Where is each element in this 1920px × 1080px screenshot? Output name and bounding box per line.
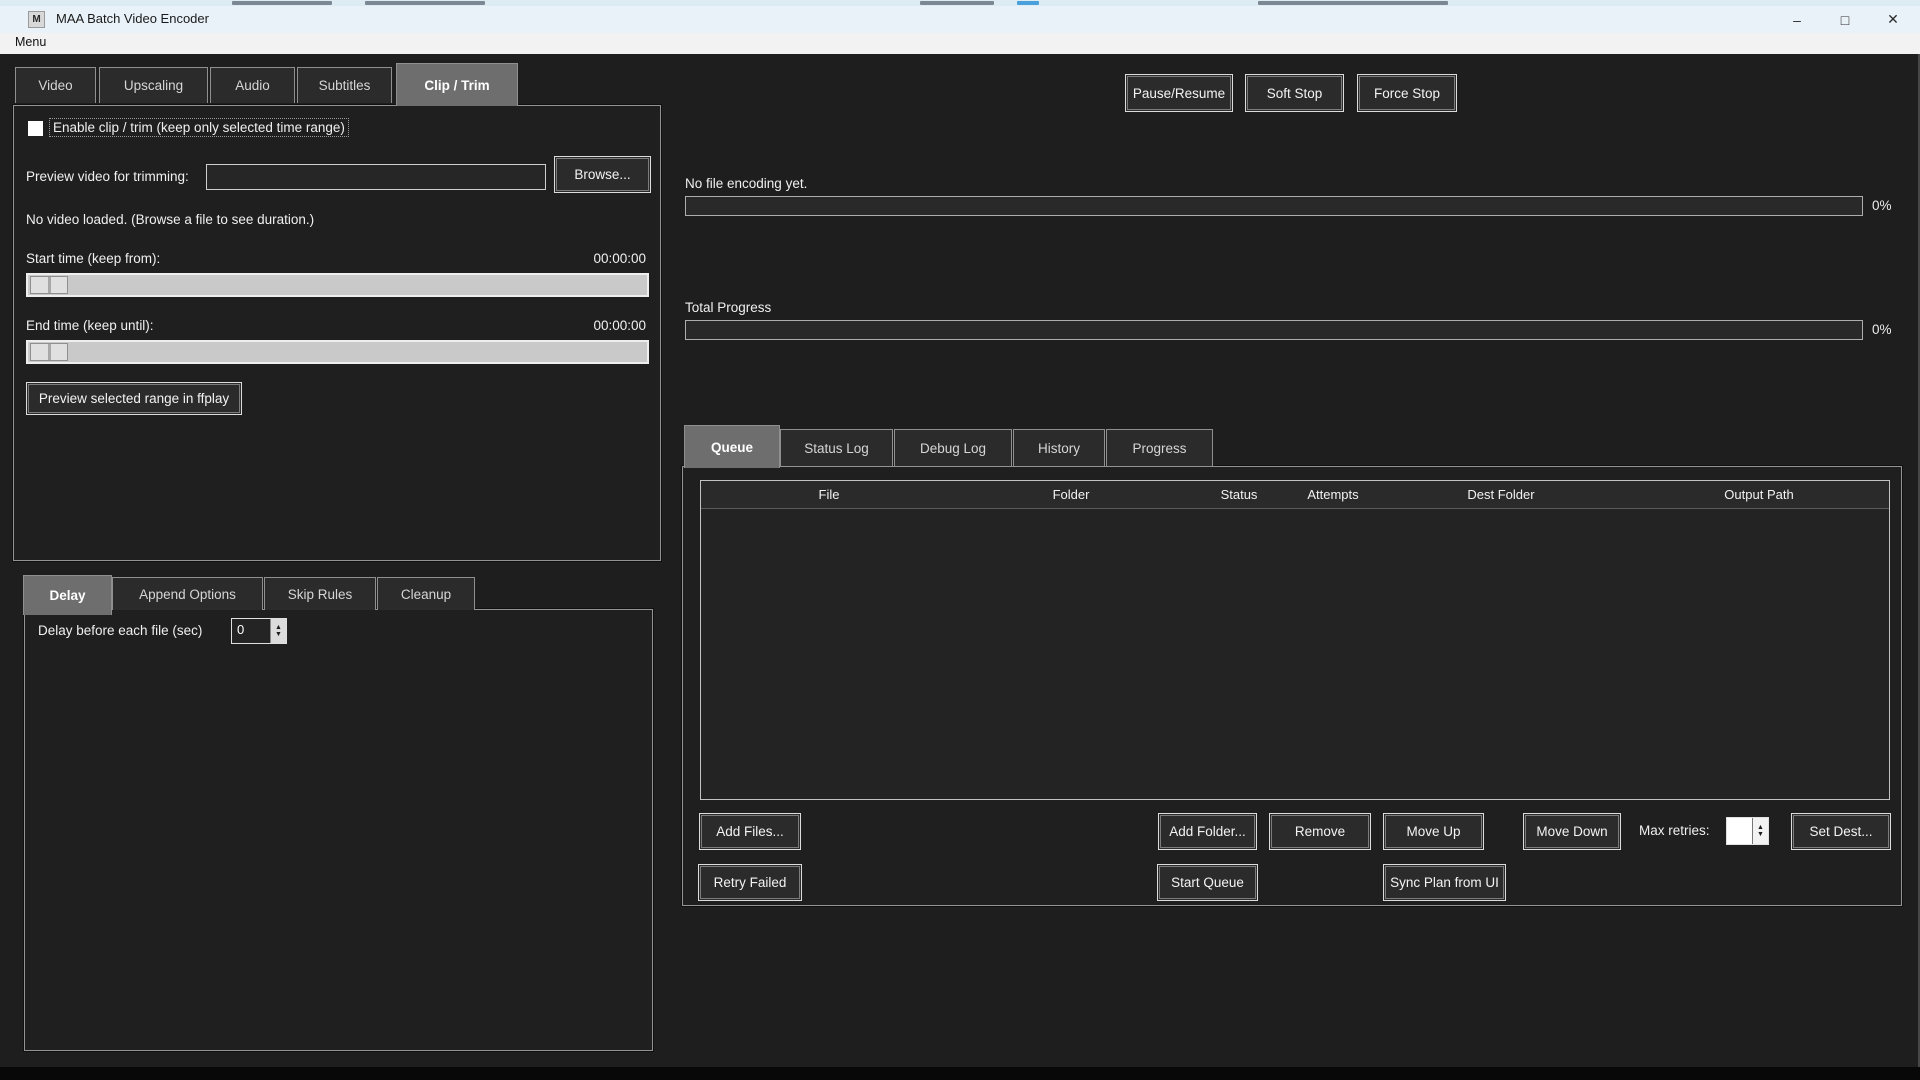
start-queue-button[interactable]: Start Queue	[1157, 864, 1258, 901]
tab-debug-log[interactable]: Debug Log	[894, 429, 1012, 466]
total-progress-bar	[685, 320, 1863, 340]
enable-clip-checkbox[interactable]	[28, 121, 43, 136]
minimize-button[interactable]: –	[1774, 6, 1820, 33]
end-time-label: End time (keep until):	[26, 318, 154, 333]
total-progress-percent: 0%	[1872, 322, 1892, 337]
column-header-folder: Folder	[1052, 487, 1090, 502]
start-time-value: 00:00:00	[593, 251, 646, 266]
end-time-slider[interactable]	[26, 340, 649, 364]
column-header-output-path: Output Path	[1724, 487, 1794, 502]
start-time-label: Start time (keep from):	[26, 251, 161, 266]
menu-button[interactable]: Menu	[11, 35, 50, 49]
tab-upscaling[interactable]: Upscaling	[99, 67, 208, 103]
queue-table-header: File Folder Status Attempts Dest Folder …	[701, 481, 1889, 509]
app-icon: M	[28, 11, 45, 28]
end-time-value: 00:00:00	[593, 318, 646, 333]
remove-button[interactable]: Remove	[1269, 813, 1371, 850]
current-progress-bar	[685, 196, 1863, 216]
browse-button[interactable]: Browse...	[554, 156, 651, 193]
spinner-arrows-icon[interactable]: ▲ ▼	[1752, 818, 1768, 844]
end-slider-handle[interactable]	[30, 343, 68, 361]
spinner-arrows-icon[interactable]: ▲ ▼	[270, 619, 286, 643]
start-slider-handle[interactable]	[30, 276, 68, 294]
delay-label: Delay before each file (sec)	[38, 623, 203, 638]
no-video-status: No video loaded. (Browse a file to see d…	[26, 212, 315, 227]
maximize-button[interactable]: □	[1822, 6, 1868, 33]
app-window: M MAA Batch Video Encoder – □ ✕ Menu Vid…	[0, 0, 1920, 1080]
move-down-button[interactable]: Move Down	[1523, 813, 1621, 850]
background-remnant	[1017, 1, 1039, 5]
add-folder-button[interactable]: Add Folder...	[1158, 813, 1257, 850]
column-header-status: Status	[1220, 487, 1258, 502]
column-header-dest-folder: Dest Folder	[1467, 487, 1535, 502]
current-file-status: No file encoding yet.	[685, 176, 808, 191]
tab-video[interactable]: Video	[15, 67, 96, 103]
delay-spinbox[interactable]: 0 ▲ ▼	[231, 618, 287, 644]
tab-clip-trim[interactable]: Clip / Trim	[396, 63, 518, 106]
total-progress-label: Total Progress	[685, 300, 772, 315]
force-stop-button[interactable]: Force Stop	[1357, 74, 1457, 112]
background-remnant	[1258, 1, 1448, 5]
move-up-button[interactable]: Move Up	[1383, 813, 1484, 850]
tab-append-options[interactable]: Append Options	[112, 577, 263, 610]
queue-table-body[interactable]	[701, 509, 1889, 799]
preview-range-button[interactable]: Preview selected range in ffplay	[26, 382, 242, 415]
clip-trim-panel: Enable clip / trim (keep only selected t…	[13, 105, 661, 561]
column-header-attempts: Attempts	[1307, 487, 1359, 502]
titlebar[interactable]: M MAA Batch Video Encoder – □ ✕	[0, 6, 1920, 33]
retry-failed-button[interactable]: Retry Failed	[698, 864, 802, 901]
close-button[interactable]: ✕	[1870, 6, 1916, 33]
tab-progress[interactable]: Progress	[1106, 429, 1213, 466]
tab-subtitles[interactable]: Subtitles	[297, 67, 392, 103]
enable-clip-label: Enable clip / trim (keep only selected t…	[49, 118, 349, 137]
tab-cleanup[interactable]: Cleanup	[377, 577, 475, 610]
max-retries-label: Max retries:	[1639, 823, 1710, 838]
column-header-file: File	[818, 487, 840, 502]
sync-plan-button[interactable]: Sync Plan from UI	[1383, 864, 1506, 901]
tab-delay[interactable]: Delay	[23, 575, 112, 615]
queue-panel: File Folder Status Attempts Dest Folder …	[682, 466, 1902, 906]
preview-video-input[interactable]	[206, 164, 546, 190]
delay-panel: Delay before each file (sec) 0 ▲ ▼	[24, 609, 653, 1051]
queue-table: File Folder Status Attempts Dest Folder …	[700, 480, 1890, 800]
menubar: Menu	[0, 33, 1920, 54]
window-bottom-edge	[0, 1067, 1920, 1080]
max-retries-value	[1727, 818, 1752, 844]
soft-stop-button[interactable]: Soft Stop	[1245, 74, 1344, 112]
tab-skip-rules[interactable]: Skip Rules	[264, 577, 376, 610]
set-dest-button[interactable]: Set Dest...	[1791, 813, 1891, 850]
preview-video-label: Preview video for trimming:	[26, 169, 189, 184]
background-remnant	[920, 1, 994, 5]
start-time-slider[interactable]	[26, 273, 649, 297]
delay-value: 0	[237, 622, 245, 637]
main-content: Video Upscaling Audio Subtitles Clip / T…	[0, 54, 1920, 1067]
tab-history[interactable]: History	[1013, 429, 1105, 466]
tab-audio[interactable]: Audio	[210, 67, 295, 103]
background-remnant	[232, 1, 332, 5]
tab-queue[interactable]: Queue	[684, 425, 780, 468]
add-files-button[interactable]: Add Files...	[699, 813, 801, 850]
window-title: MAA Batch Video Encoder	[56, 11, 209, 26]
background-remnant	[365, 1, 485, 5]
pause-resume-button[interactable]: Pause/Resume	[1125, 74, 1233, 112]
max-retries-spinbox[interactable]: ▲ ▼	[1726, 817, 1769, 845]
tab-status-log[interactable]: Status Log	[780, 429, 893, 466]
current-progress-percent: 0%	[1872, 198, 1892, 213]
